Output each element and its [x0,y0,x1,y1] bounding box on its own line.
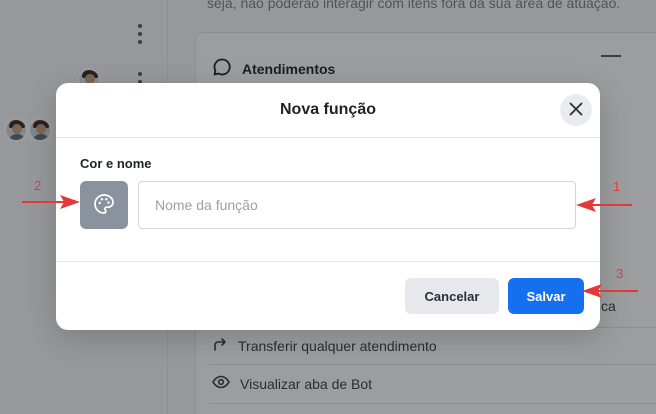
close-button[interactable] [560,94,592,126]
dialog-body: Cor e nome [56,138,600,262]
annotation-number: 3 [616,266,624,281]
color-picker-button[interactable] [80,181,128,229]
annotation-number: 1 [613,179,621,194]
palette-icon [93,193,115,218]
dialog-footer: Cancelar Salvar [56,262,600,329]
new-role-dialog: Nova função Cor e nome Cancelar Salvar [56,83,600,330]
role-name-input[interactable] [138,181,576,229]
save-button[interactable]: Salvar [508,278,584,314]
annotation-arrow-icon [582,284,638,298]
annotation-number: 2 [34,178,42,193]
annotation-arrow-icon [576,198,632,212]
close-icon [569,102,583,119]
field-label: Cor e nome [80,156,152,171]
dialog-title: Nova função [279,101,376,118]
cancel-button[interactable]: Cancelar [405,278,499,314]
dialog-header: Nova função [56,83,600,138]
annotation-arrow-icon [22,195,80,209]
